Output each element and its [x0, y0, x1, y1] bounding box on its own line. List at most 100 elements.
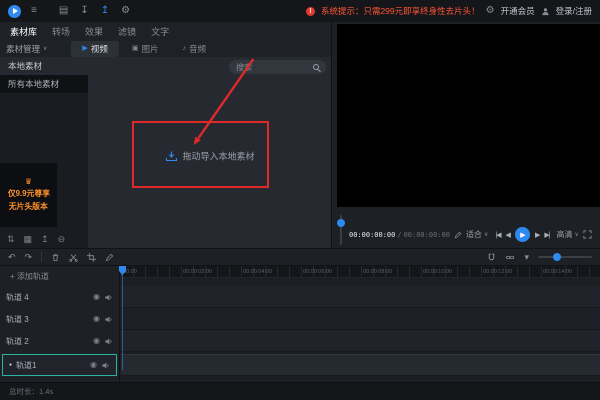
eye-icon[interactable]: ◉	[93, 337, 100, 345]
ruler-tick: 00:00:06:00	[303, 269, 332, 275]
skip-next-button[interactable]: ▶|	[544, 231, 549, 239]
track-lane-1-selected[interactable]	[121, 354, 600, 376]
speaker-icon[interactable]	[104, 293, 113, 302]
tab-picture[interactable]: ▣ 图片	[121, 41, 170, 57]
timeline-zoom-slider[interactable]	[538, 256, 592, 258]
trash-icon[interactable]	[51, 253, 60, 262]
user-icon	[541, 7, 550, 16]
video-icon: ▶	[82, 45, 87, 52]
tab-transition[interactable]: 转场	[52, 25, 70, 38]
skip-prev-button[interactable]: |◀	[495, 231, 500, 239]
import-dropzone[interactable]: 拖动导入本地素材	[164, 150, 254, 163]
system-notice-text[interactable]: 系统提示：只需299元即享终身性去片头！	[321, 5, 480, 17]
track-header-3[interactable]: 轨道 3 ◉	[0, 308, 119, 330]
edit-timecode-icon[interactable]	[454, 231, 462, 239]
track-lane-4[interactable]	[121, 286, 600, 308]
track-lane-2[interactable]	[121, 330, 600, 352]
gear-icon[interactable]: ⚙	[486, 6, 495, 16]
tab-audio[interactable]: ♪ 音频	[171, 41, 217, 57]
login-button[interactable]: 登录/注册	[556, 5, 592, 17]
tab-effect[interactable]: 效果	[85, 25, 103, 38]
tab-video[interactable]: ▶ 视频	[71, 41, 118, 57]
play-button[interactable]: ▶	[515, 227, 530, 242]
timeline-toolbar: ↶ ↷ ▾	[0, 248, 600, 266]
library-body: 本地素材 所有本地素材 ♛ 仅9.9元尊享 无片头版本 ⇅ ▦ ↥ ⊖	[0, 57, 331, 248]
audio-icon: ♪	[182, 45, 186, 52]
search-icon[interactable]	[313, 64, 319, 70]
fullscreen-icon[interactable]	[583, 230, 592, 239]
hamburger-menu-icon[interactable]: ≡	[31, 6, 37, 16]
settings-icon[interactable]: ⚙	[121, 6, 130, 16]
playback-controls: 00:00:00:00 / 00:00:00:00 适合 ∨ |◀ ◀ ▶ ▶ …	[349, 226, 597, 243]
split-scissors-icon[interactable]	[69, 253, 78, 262]
picture-icon: ▣	[132, 45, 139, 52]
fit-label: 适合	[466, 229, 482, 240]
logo-play-glyph	[13, 8, 18, 14]
timecode-separator: /	[397, 231, 401, 239]
search-box[interactable]	[229, 60, 326, 74]
import-icon[interactable]: ↧	[80, 6, 88, 16]
delete-icon[interactable]: ⊖	[58, 235, 66, 244]
track-header-1-selected[interactable]: ● 轨道1 ◉	[2, 354, 117, 376]
sort-icon[interactable]: ⇅	[7, 235, 15, 244]
export-icon[interactable]: ↥	[101, 6, 109, 16]
speaker-icon[interactable]	[104, 337, 113, 346]
quality-label: 高清	[557, 229, 573, 240]
track-name: 轨道1	[16, 360, 86, 371]
playhead[interactable]	[122, 266, 123, 370]
add-track-button[interactable]: + 添加轨道	[0, 266, 119, 286]
crop-icon[interactable]	[87, 253, 96, 262]
eye-icon[interactable]: ◉	[93, 293, 100, 301]
eye-icon[interactable]: ◉	[90, 361, 97, 369]
marker-icon[interactable]: ▾	[524, 253, 529, 262]
promo-line1: 仅9.9元尊享	[7, 187, 49, 198]
speaker-icon[interactable]	[104, 315, 113, 324]
timeline-ruler[interactable]: 00:00 00:00:02:00 00:00:04:00 00:00:06:0…	[121, 266, 600, 278]
promo-banner[interactable]: ♛ 仅9.9元尊享 无片头版本	[0, 163, 57, 227]
sidebar-item-all-local-material[interactable]: 所有本地素材	[0, 75, 88, 93]
prev-frame-button[interactable]: ◀	[506, 231, 510, 239]
speaker-icon[interactable]	[101, 361, 110, 370]
edit-pen-icon[interactable]	[105, 253, 114, 262]
upload-icon[interactable]: ↥	[41, 235, 49, 244]
timeline-toolbar-right: ▾	[487, 253, 592, 262]
zoom-slider-handle[interactable]	[553, 253, 561, 261]
ruler-tick: 00:00:02:00	[183, 269, 212, 275]
quality-dropdown[interactable]: 高清 ∨	[557, 229, 579, 240]
track-header-2[interactable]: 轨道 2 ◉	[0, 330, 119, 352]
track-name: 轨道 4	[6, 292, 89, 303]
track-lane-3[interactable]	[121, 308, 600, 330]
save-icon[interactable]: ▤	[59, 6, 68, 16]
promo-line2: 无片头版本	[9, 200, 48, 211]
chevron-down-icon: ∨	[43, 45, 47, 52]
link-tracks-icon[interactable]	[505, 253, 515, 262]
search-input[interactable]	[236, 63, 309, 72]
material-manage-dropdown[interactable]: 素材管理 ∨	[6, 43, 47, 55]
sidebar-footer-toolbar: ⇅ ▦ ↥ ⊖	[0, 231, 88, 248]
fit-dropdown[interactable]: 适合 ∨	[466, 229, 488, 240]
volume-handle[interactable]	[337, 219, 345, 227]
chevron-down-icon: ∨	[575, 231, 579, 238]
import-download-icon	[164, 150, 177, 162]
magnet-snap-icon[interactable]	[487, 253, 496, 262]
video-preview-screen[interactable]	[337, 24, 600, 207]
alert-icon: !	[306, 7, 315, 16]
volume-slider[interactable]	[336, 213, 346, 247]
timecode-total: 00:00:00:00	[404, 231, 450, 239]
track-header-4[interactable]: 轨道 4 ◉	[0, 286, 119, 308]
timeline-lanes[interactable]: 00:00 00:00:02:00 00:00:04:00 00:00:06:0…	[121, 266, 600, 382]
media-type-tabs: ▶ 视频 ▣ 图片 ♪ 音频	[71, 41, 217, 57]
tab-text[interactable]: 文字	[151, 25, 169, 38]
topbar-actions: ▤ ↧ ↥ ⚙	[59, 6, 130, 16]
tab-material-library[interactable]: 素材库	[10, 25, 37, 38]
transport-controls: |◀ ◀ ▶ ▶ ▶|	[495, 227, 549, 242]
grid-view-icon[interactable]: ▦	[24, 235, 33, 244]
undo-icon[interactable]: ↶	[8, 253, 16, 262]
eye-icon[interactable]: ◉	[93, 315, 100, 323]
redo-icon[interactable]: ↷	[25, 253, 33, 262]
vip-button[interactable]: 开通会员	[501, 5, 535, 17]
next-frame-button[interactable]: ▶	[535, 231, 539, 239]
tab-filter[interactable]: 滤镜	[118, 25, 136, 38]
app-logo-icon[interactable]	[8, 5, 21, 18]
sidebar-group-local-material[interactable]: 本地素材	[0, 57, 88, 75]
